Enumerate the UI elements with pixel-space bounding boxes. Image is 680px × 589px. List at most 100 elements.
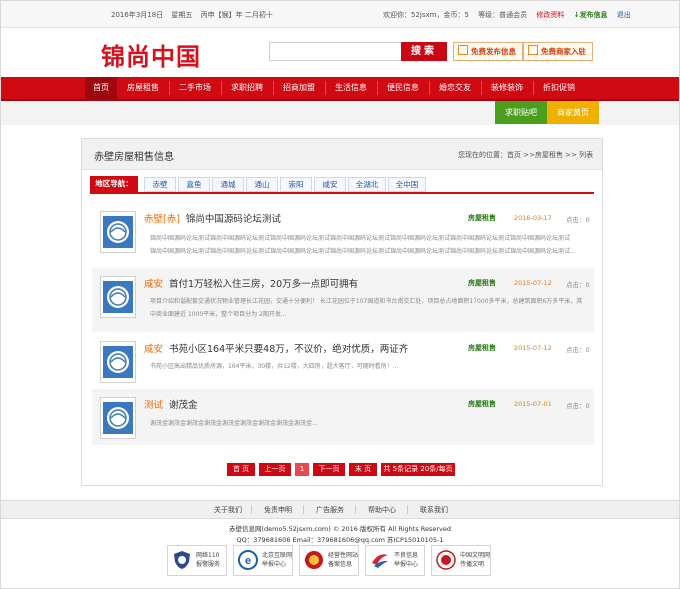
- edit-icon: [458, 45, 468, 55]
- area-tab[interactable]: 嘉鱼: [178, 177, 210, 192]
- footer-link-disclaimer[interactable]: 免责申明: [264, 505, 292, 515]
- area-tab[interactable]: 赤壁: [144, 177, 176, 192]
- badge-line: 举报中心: [394, 561, 419, 568]
- nav-separator: [429, 81, 430, 95]
- nav-item-convenience[interactable]: 便民信息: [379, 77, 427, 99]
- listing-category[interactable]: 房屋租售: [468, 343, 496, 353]
- nav-item-dating[interactable]: 婚恋交友: [431, 77, 479, 99]
- badge-bad-info-report[interactable]: 不良信息 举报中心: [365, 545, 425, 576]
- area-tab[interactable]: 崇阳: [280, 177, 312, 192]
- list-item[interactable]: 咸安 书苑小区164平米只要48万，不议价，绝对优质，两证齐 房屋租售 2015-…: [92, 335, 594, 387]
- area-nav-label: 地区导航：: [90, 176, 138, 192]
- lunar-date-text: 丙申【猴】年 二月初十: [200, 11, 273, 19]
- search-input[interactable]: [269, 42, 403, 61]
- prev-page-button[interactable]: 上一页: [259, 463, 291, 476]
- footer-link-about[interactable]: 关于我们: [214, 505, 242, 515]
- badge-text: 不良信息 举报中心: [394, 551, 424, 569]
- listing-title[interactable]: 测试 谢茂金: [144, 397, 198, 411]
- list-item[interactable]: 咸安 首付1万轻松入住三房，20万多一点即可拥有 房屋租售 2015-07-12 …: [92, 268, 594, 332]
- merchant-pages-button[interactable]: 商家黄页: [547, 101, 599, 124]
- logout-link[interactable]: 退出: [617, 11, 631, 19]
- list-item[interactable]: 测试 谢茂金 房屋租售 2015-07-01 点击：0 谢茂金谢茂金谢茂金谢茂金谢…: [92, 389, 594, 445]
- last-page-button[interactable]: 末 页: [349, 463, 377, 476]
- listing-date: 2015-07-01: [514, 400, 552, 408]
- badge-beijing-report[interactable]: e 北京互联网 举报中心: [233, 545, 293, 576]
- footer-link-contact[interactable]: 联系我们: [420, 505, 448, 515]
- badge-civilization[interactable]: 中国文明网 传播文明: [431, 545, 491, 576]
- listing-title[interactable]: 咸安 书苑小区164平米只要48万，不议价，绝对优质，两证齐: [144, 341, 408, 355]
- badge-line: 中国文明网: [460, 552, 491, 559]
- listing-category[interactable]: 房屋租售: [468, 399, 496, 409]
- listing-category[interactable]: 房屋租售: [468, 213, 496, 223]
- next-page-button[interactable]: 下一页: [313, 463, 345, 476]
- nav-separator: [377, 81, 378, 95]
- listing-title-text: 锦尚中国源码论坛测试: [185, 214, 281, 225]
- current-page-button[interactable]: 1: [295, 463, 309, 476]
- listing-thumbnail[interactable]: [100, 211, 136, 253]
- listing-category[interactable]: 房屋租售: [468, 278, 496, 288]
- footer-link-help[interactable]: 帮助中心: [368, 505, 396, 515]
- record-seal-icon: [305, 551, 323, 569]
- listing-title-text: 谢茂金: [169, 400, 198, 411]
- listing-clicks: 点击：0: [566, 402, 590, 410]
- welcome-text: 欢迎你：52jsxm，金币：5: [383, 11, 469, 19]
- jobs-forum-button[interactable]: 求职贴吧: [495, 101, 547, 124]
- nav-separator: [169, 81, 170, 95]
- listing-clicks: 点击：0: [566, 281, 590, 289]
- publish-info-link[interactable]: ↓发布信息: [574, 11, 608, 19]
- footer-separator: [251, 505, 252, 514]
- listing-description: 锦尚中国源码论坛测试锦尚中国源码论坛测试锦尚中国源码论坛测试锦尚中国源码论坛测试…: [150, 248, 576, 255]
- nav-separator: [325, 81, 326, 95]
- area-tab[interactable]: 全湖北: [348, 177, 386, 192]
- main-nav: 首页 房屋租售 二手市场 求职招聘 招商加盟 生活信息 便民信息 婚恋交友 装修…: [1, 77, 679, 101]
- contact-text: QQ：379681606 Email：379681606@qq.com 苏ICP…: [236, 536, 444, 544]
- police-shield-icon: [174, 551, 190, 569]
- free-publish-button[interactable]: 免费发布信息: [453, 42, 523, 61]
- badge-line: 报警服务: [196, 561, 221, 568]
- nav-item-franchise[interactable]: 招商加盟: [275, 77, 323, 99]
- placeholder-logo-icon: [103, 281, 133, 313]
- listing-title[interactable]: 赤壁[赤] 锦尚中国源码论坛测试: [144, 211, 281, 225]
- nav-item-decoration[interactable]: 装修装饰: [483, 77, 531, 99]
- footer-links: 关于我们 免责申明 广告服务 帮助中心 联系我们: [1, 500, 679, 519]
- site-logo[interactable]: 锦尚中国: [101, 37, 201, 72]
- edit-profile-link[interactable]: 修改资料: [536, 11, 564, 19]
- free-merchant-button[interactable]: 免费商家入驻: [523, 42, 593, 61]
- listing-thumbnail[interactable]: [100, 341, 136, 383]
- nav-item-jobs[interactable]: 求职招聘: [223, 77, 271, 99]
- listing-location[interactable]: 咸安: [144, 279, 163, 290]
- listing-location[interactable]: 赤壁[赤]: [144, 214, 180, 225]
- list-item[interactable]: 赤壁[赤] 锦尚中国源码论坛测试 房屋租售 2016-03-17 点击：0 锦尚中…: [92, 203, 594, 265]
- listing-title[interactable]: 咸安 首付1万轻松入住三房，20万多一点即可拥有: [144, 276, 358, 290]
- date-info: 2016年3月18日 星期五 丙申【猴】年 二月初十: [111, 10, 279, 20]
- report-center-icon: e: [238, 550, 258, 570]
- shop-icon: [528, 45, 538, 55]
- first-page-button[interactable]: 首 页: [227, 463, 255, 476]
- nav-item-housing[interactable]: 房屋租售: [119, 77, 167, 99]
- badge-police[interactable]: 网络110 报警服务: [167, 545, 227, 576]
- date-text: 2016年3月18日: [111, 11, 164, 19]
- report-swirl-icon: [372, 554, 388, 568]
- area-tab[interactable]: 全中国: [388, 177, 426, 192]
- badge-line: 网络110: [196, 552, 220, 559]
- listing-thumbnail[interactable]: [100, 276, 136, 318]
- panel-header: 赤壁房屋租售信息 您现在的位置：首页 >>房屋租售 >> 列表: [82, 139, 602, 170]
- search-button[interactable]: 搜索: [401, 42, 447, 61]
- area-tab[interactable]: 咸安: [314, 177, 346, 192]
- footer-separator: [303, 505, 304, 514]
- area-tab[interactable]: 通山: [246, 177, 278, 192]
- placeholder-logo-icon: [103, 402, 133, 434]
- nav-item-second-hand[interactable]: 二手市场: [171, 77, 219, 99]
- listing-date: 2016-03-17: [514, 214, 552, 222]
- pager-summary: 共 5条记录 20条/每页: [381, 463, 455, 476]
- nav-item-life[interactable]: 生活信息: [327, 77, 375, 99]
- listing-location[interactable]: 测试: [144, 400, 163, 411]
- footer-link-ads[interactable]: 广告服务: [316, 505, 344, 515]
- listing-location[interactable]: 咸安: [144, 344, 163, 355]
- listing-thumbnail[interactable]: [100, 397, 136, 439]
- nav-item-discounts[interactable]: 折扣促销: [535, 77, 583, 99]
- badge-text: 北京互联网 举报中心: [262, 551, 292, 569]
- area-tab[interactable]: 通城: [212, 177, 244, 192]
- badge-business-record[interactable]: 经营性网站 备案信息: [299, 545, 359, 576]
- nav-item-home[interactable]: 首页: [85, 77, 117, 99]
